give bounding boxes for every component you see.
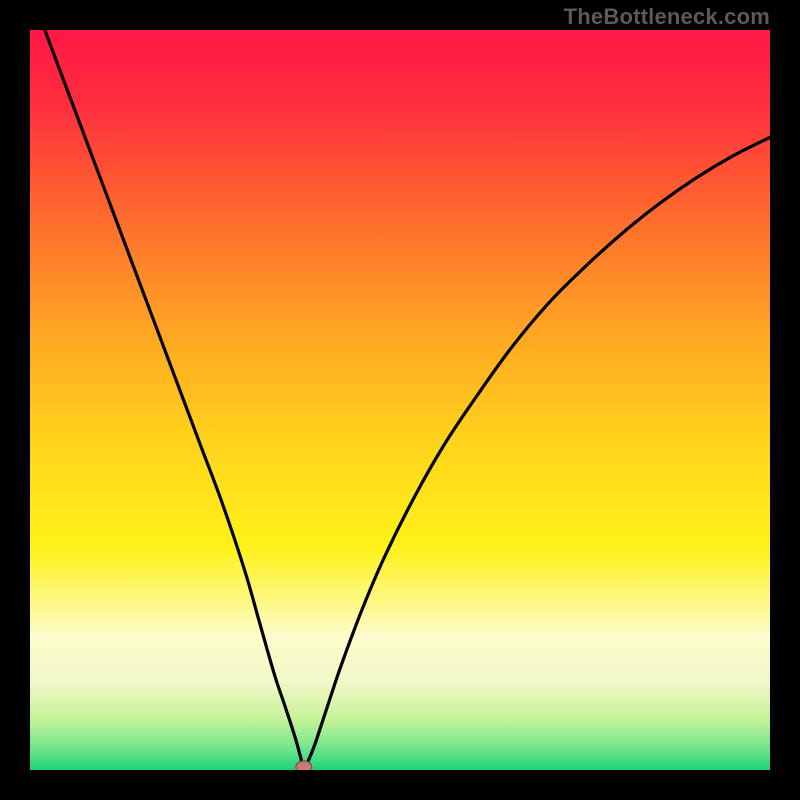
chart-frame: TheBottleneck.com xyxy=(0,0,800,800)
minimum-marker xyxy=(296,761,312,770)
watermark-label: TheBottleneck.com xyxy=(564,4,770,30)
bottleneck-chart xyxy=(30,30,770,770)
gradient-background xyxy=(30,30,770,770)
plot-area xyxy=(30,30,770,770)
